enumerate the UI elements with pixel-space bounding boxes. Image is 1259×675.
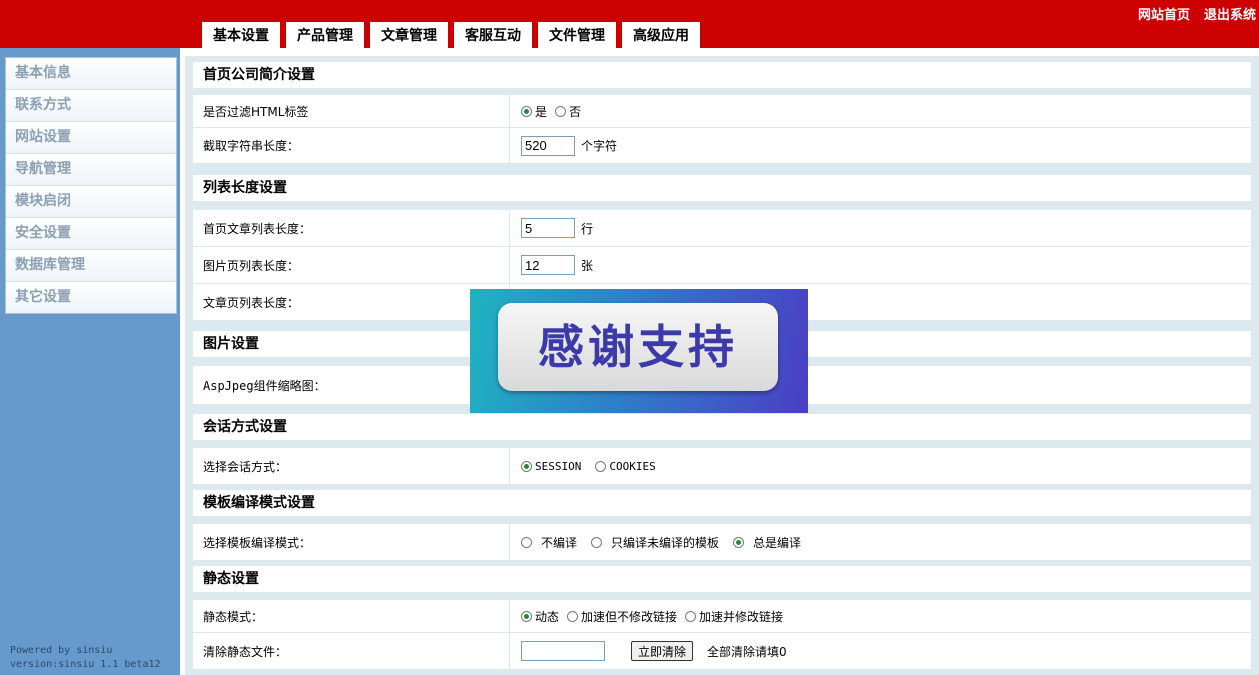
section-title-list: 列表长度设置 <box>193 175 1251 201</box>
clear-static-label: 清除静态文件： <box>193 633 510 669</box>
top-bar: 网站首页 退出系统 基本设置 产品管理 文章管理 客服互动 文件管理 高级应用 <box>0 0 1259 48</box>
sidebar-item-other[interactable]: 其它设置 <box>6 282 176 313</box>
sidebar-item-modules[interactable]: 模块启闭 <box>6 186 176 218</box>
clear-now-button[interactable]: 立即清除 <box>631 641 694 661</box>
section-title-intro: 首页公司简介设置 <box>193 62 1251 88</box>
sidebar-menu: 基本信息 联系方式 网站设置 导航管理 模块启闭 安全设置 数据库管理 其它设置 <box>5 57 177 314</box>
form-row-intro-length: 截取字符串长度： 个字符 <box>193 128 1251 163</box>
thanks-banner: 感谢支持 <box>470 289 808 413</box>
clear-static-hint: 全部清除请填0 <box>707 644 787 659</box>
cookies-radio[interactable] <box>595 460 607 472</box>
pic-list-label: 图片页列表长度： <box>193 247 510 283</box>
form-row-session: 选择会话方式： SESSION COOKIES <box>193 448 1251 484</box>
logout-link[interactable]: 退出系统 <box>1204 8 1256 23</box>
tab-advanced[interactable]: 高级应用 <box>622 22 700 48</box>
intro-length-unit: 个字符 <box>581 139 618 153</box>
template-partial-radio[interactable] <box>591 536 603 548</box>
aspjpeg-label: AspJpeg组件缩略图： <box>193 366 510 404</box>
session-option-label: SESSION <box>535 459 582 473</box>
static-dynamic-radio[interactable] <box>521 610 532 622</box>
static-mode-label: 静态模式： <box>193 600 510 632</box>
sidebar-item-contact[interactable]: 联系方式 <box>6 90 176 122</box>
home-list-label: 首页文章列表长度： <box>193 210 510 246</box>
html-filter-no-label: 否 <box>569 104 582 119</box>
intro-length-input[interactable] <box>521 135 575 156</box>
template-none-label: 不编译 <box>541 535 578 550</box>
html-filter-no-radio[interactable] <box>555 105 567 117</box>
static-fast-link-label: 加速并修改链接 <box>699 609 784 624</box>
sidebar-item-security[interactable]: 安全设置 <box>6 218 176 250</box>
sidebar-item-database[interactable]: 数据库管理 <box>6 250 176 282</box>
html-filter-options: 是 否 <box>511 95 1251 127</box>
template-none-radio[interactable] <box>521 536 532 548</box>
sidebar: 基本信息 联系方式 网站设置 导航管理 模块启闭 安全设置 数据库管理 其它设置… <box>0 48 180 675</box>
tab-file-management[interactable]: 文件管理 <box>538 22 616 48</box>
version-text: version:sinsiu 1.1 beta12 <box>10 659 161 670</box>
html-filter-yes-radio[interactable] <box>521 105 532 117</box>
template-partial-label: 只编译未编译的模板 <box>611 535 720 550</box>
session-label: 选择会话方式： <box>193 448 510 484</box>
home-list-input[interactable] <box>521 218 575 238</box>
sidebar-item-basic-info[interactable]: 基本信息 <box>6 58 176 90</box>
form-row-static-mode: 静态模式： 动态 加速但不修改链接 加速并修改链接 <box>193 600 1251 632</box>
clear-static-input[interactable] <box>521 641 605 661</box>
static-fast-link-radio[interactable] <box>685 610 697 622</box>
pic-list-unit: 张 <box>581 258 594 273</box>
tab-article-management[interactable]: 文章管理 <box>370 22 448 48</box>
section-title-static: 静态设置 <box>193 566 1251 592</box>
cookies-option-label: COOKIES <box>609 459 656 473</box>
template-always-label: 总是编译 <box>753 535 802 550</box>
form-row-clear-static: 清除静态文件： 立即清除 全部清除请填0 <box>193 633 1251 669</box>
template-always-radio[interactable] <box>733 536 745 548</box>
form-row-html-filter: 是否过滤HTML标签 是 否 <box>193 95 1251 127</box>
static-dynamic-label: 动态 <box>535 609 560 624</box>
tab-product-management[interactable]: 产品管理 <box>286 22 364 48</box>
form-row-home-list: 首页文章列表长度： 行 <box>193 210 1251 246</box>
intro-length-label: 截取字符串长度： <box>193 128 510 163</box>
top-links: 网站首页 退出系统 <box>1138 4 1259 23</box>
section-title-session: 会话方式设置 <box>193 414 1251 440</box>
tab-customer-interaction[interactable]: 客服互动 <box>454 22 532 48</box>
article-list-label: 文章页列表长度： <box>193 284 510 320</box>
tab-basic-settings[interactable]: 基本设置 <box>202 22 280 48</box>
form-row-template: 选择模板编译模式： 不编译 只编译未编译的模板 总是编译 <box>193 524 1251 560</box>
sidebar-footer: Powered by sinsiu version:sinsiu 1.1 bet… <box>10 644 161 672</box>
form-row-pic-list: 图片页列表长度： 张 <box>193 247 1251 283</box>
thanks-banner-text: 感谢支持 <box>498 303 778 391</box>
template-label: 选择模板编译模式： <box>193 524 510 560</box>
static-fast-no-link-label: 加速但不修改链接 <box>581 609 678 624</box>
pic-list-input[interactable] <box>521 255 575 275</box>
home-list-unit: 行 <box>581 221 594 236</box>
powered-by-text: Powered by sinsiu <box>10 645 113 656</box>
html-filter-yes-label: 是 <box>535 104 548 119</box>
static-fast-no-link-radio[interactable] <box>567 610 579 622</box>
section-title-template: 模板编译模式设置 <box>193 490 1251 516</box>
html-filter-label: 是否过滤HTML标签 <box>193 95 510 127</box>
session-radio[interactable] <box>521 460 532 472</box>
sidebar-item-site-settings[interactable]: 网站设置 <box>6 122 176 154</box>
sidebar-item-navigation[interactable]: 导航管理 <box>6 154 176 186</box>
home-link[interactable]: 网站首页 <box>1138 8 1190 23</box>
